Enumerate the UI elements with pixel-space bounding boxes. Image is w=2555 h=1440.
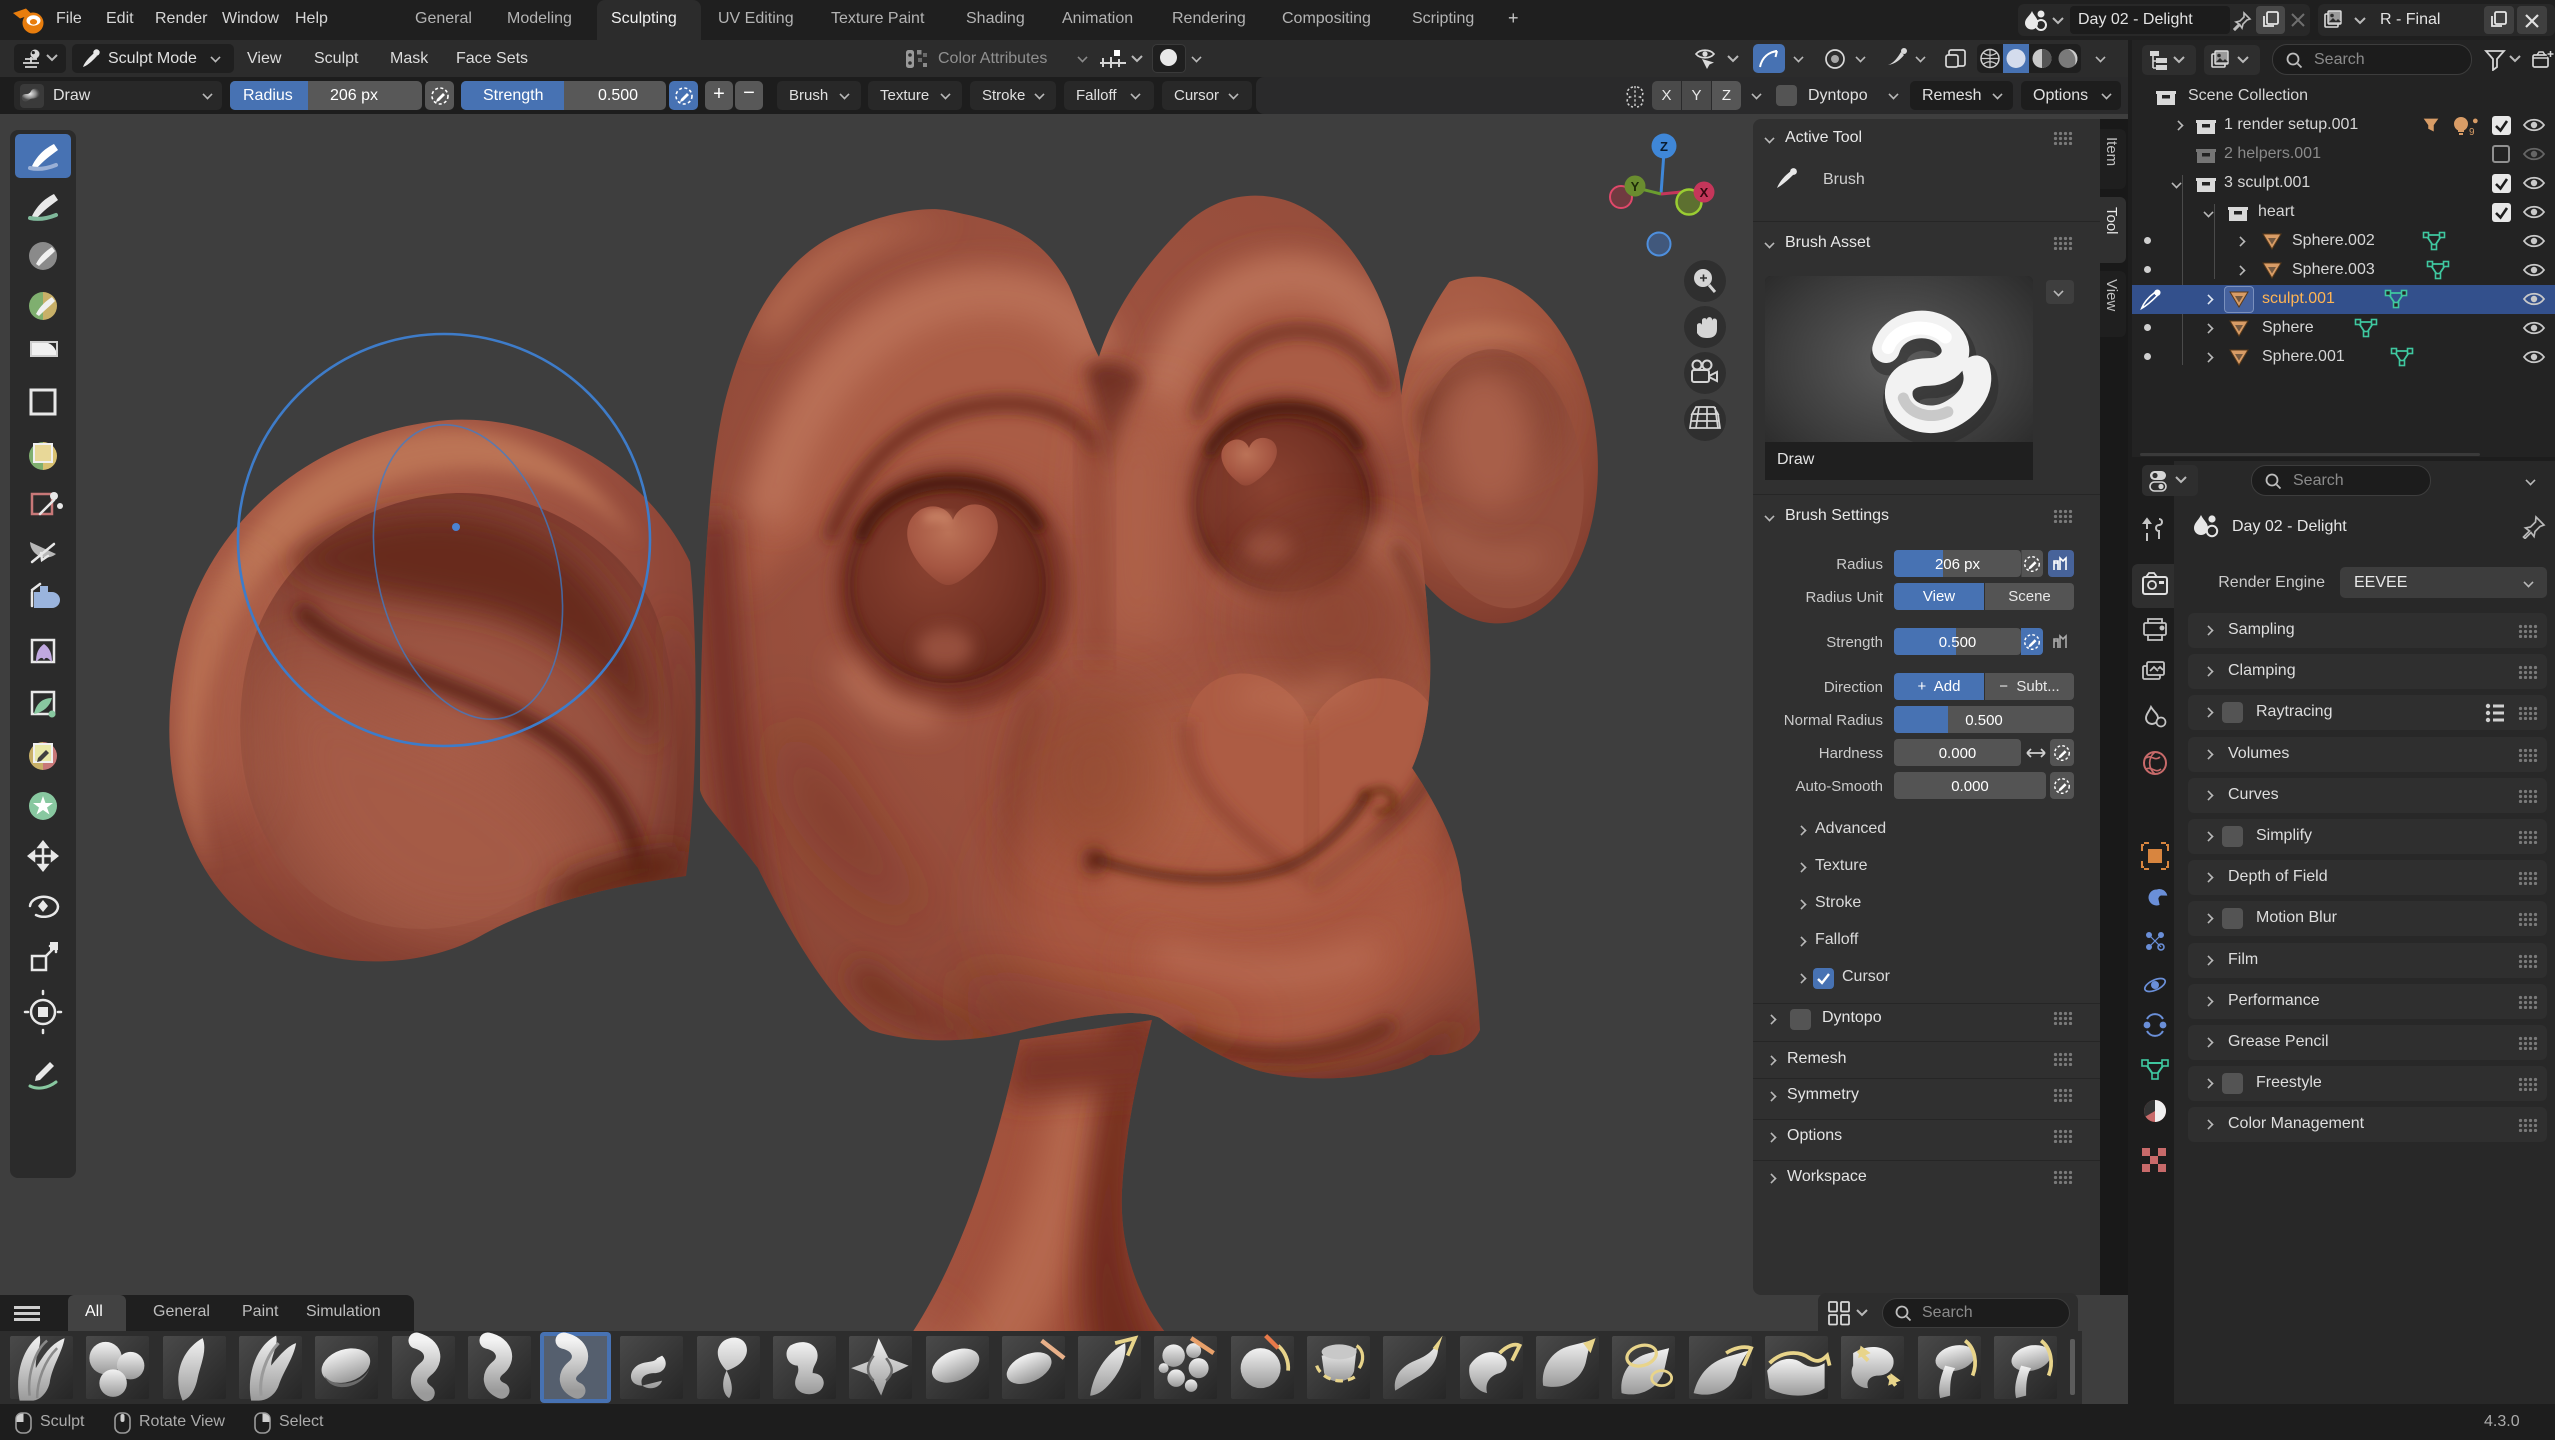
svg-text:9: 9 bbox=[2469, 127, 2474, 138]
svg-text:X: X bbox=[1700, 185, 1709, 200]
svg-text:Y: Y bbox=[1631, 179, 1640, 194]
svg-text:Z: Z bbox=[1660, 139, 1668, 154]
